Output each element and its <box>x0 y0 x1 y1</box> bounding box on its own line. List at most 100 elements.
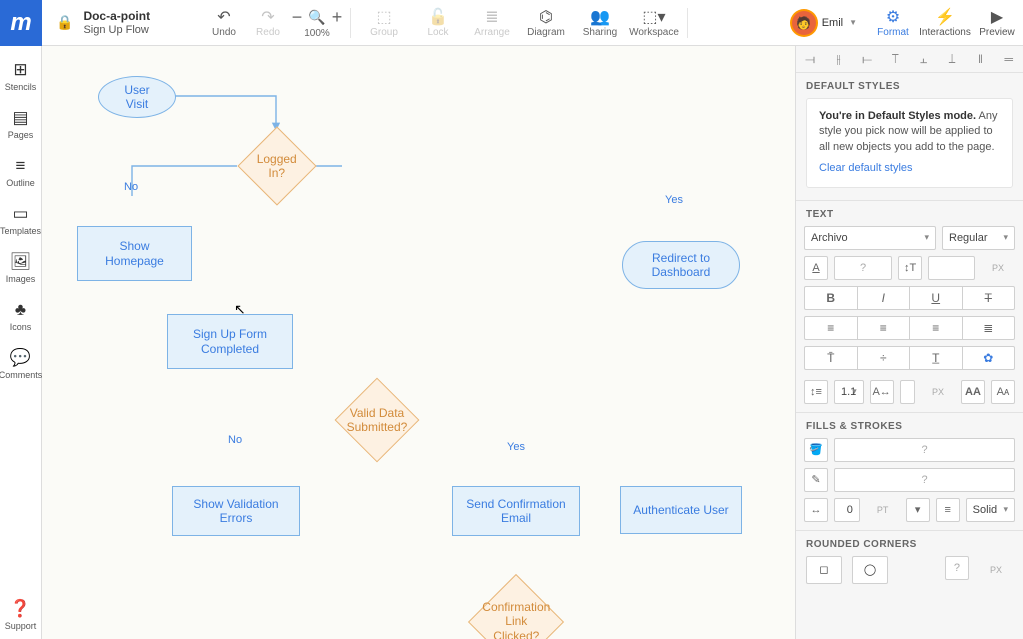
bold-button[interactable]: B <box>804 286 858 310</box>
stroke-color-button[interactable]: ✎ <box>804 468 828 492</box>
stroke-width-input[interactable]: 0 <box>834 498 860 522</box>
stroke-width-icon: ↔ <box>804 498 828 522</box>
zoom-out-button[interactable]: − <box>292 7 303 28</box>
node-redirect-dashboard[interactable]: Redirect to Dashboard <box>622 241 740 289</box>
font-weight-select[interactable]: Regular <box>942 226 1015 250</box>
default-styles-header: DEFAULT STYLES <box>796 73 1023 98</box>
rail-images[interactable]: 🖼Images <box>0 244 41 292</box>
rail-comments[interactable]: 💬Comments <box>0 340 41 388</box>
node-show-homepage[interactable]: Show Homepage <box>77 226 192 281</box>
uppercase-button[interactable]: AA <box>961 380 985 404</box>
fill-input[interactable]: ? <box>834 438 1015 462</box>
images-icon: 🖼 <box>10 252 32 272</box>
mode-tools: ⚙︎Format ⚡Interactions ▶Preview <box>867 0 1023 46</box>
smallcaps-button[interactable]: Aᴀ <box>991 380 1015 404</box>
strike-button[interactable]: T <box>963 286 1016 310</box>
align-left-text[interactable]: ≡ <box>804 316 858 340</box>
group-icon: ⬚ <box>376 7 391 27</box>
italic-button[interactable]: I <box>858 286 911 310</box>
node-auth-user[interactable]: Authenticate User <box>620 486 742 534</box>
node-send-conf[interactable]: Send Confirmation Email <box>452 486 580 536</box>
group-button[interactable]: ⬚Group <box>357 0 411 46</box>
rail-icons[interactable]: ♣Icons <box>0 292 41 340</box>
diagram-button[interactable]: ⌬Diagram <box>519 0 573 46</box>
align-toolbar: ⟞ ⫲ ⟝ ⟙ ⫠ ⟘ ‖ ═ <box>796 46 1023 73</box>
corner-radius-input[interactable]: ? <box>945 556 969 580</box>
valign-bottom[interactable]: T̲ <box>910 346 963 370</box>
app-logo[interactable]: m <box>0 0 42 46</box>
rail-templates[interactable]: ▭Templates <box>0 196 41 244</box>
node-conf-clicked[interactable]: Confirmation Link Clicked? <box>468 574 564 639</box>
valign-top[interactable]: T̄ <box>804 346 858 370</box>
lock-icon: 🔒 <box>56 14 73 31</box>
text-color-button[interactable]: A <box>804 256 828 280</box>
sliders-icon: ⚙︎ <box>886 7 900 27</box>
redo-button[interactable]: ↷Redo <box>246 0 290 46</box>
node-valid-data[interactable]: Valid Data Submitted? <box>335 378 420 463</box>
user-menu[interactable]: 🧑 Emil ▼ <box>782 11 867 35</box>
undo-button[interactable]: ↶Undo <box>202 0 246 46</box>
underline-button[interactable]: U <box>910 286 963 310</box>
line-spacing-select[interactable]: 1.1 <box>834 380 864 404</box>
zoom-in-button[interactable]: + <box>332 7 343 28</box>
padlock-icon: 🔓 <box>428 7 448 27</box>
doc-title-block[interactable]: 🔒 Doc-a-point Sign Up Flow <box>42 9 202 36</box>
default-styles-info: You're in Default Styles mode. Any style… <box>806 98 1013 188</box>
rounded-header: ROUNDED CORNERS <box>796 531 1023 556</box>
node-user-visit[interactable]: User Visit <box>98 76 176 118</box>
valign-middle[interactable]: ÷ <box>858 346 911 370</box>
redo-icon: ↷ <box>261 7 274 27</box>
align-right-button[interactable]: ⟝ <box>853 46 881 72</box>
arrange-button[interactable]: ≣Arrange <box>465 0 519 46</box>
distribute-v-button[interactable]: ═ <box>995 46 1023 72</box>
line-height-icon-button[interactable]: ↕T <box>898 256 922 280</box>
page-name: Sign Up Flow <box>83 24 150 36</box>
node-signup-form[interactable]: Sign Up Form Completed <box>167 314 293 369</box>
stroke-input[interactable]: ? <box>834 468 1015 492</box>
rail-support[interactable]: ❓Support <box>0 591 41 639</box>
text-header: TEXT <box>796 201 1023 226</box>
align-top-button[interactable]: ⟙ <box>881 46 909 72</box>
font-family-select[interactable]: Archivo <box>804 226 936 250</box>
rail-pages[interactable]: ▤Pages <box>0 100 41 148</box>
bolt-icon: ⚡ <box>935 7 955 27</box>
align-left-button[interactable]: ⟞ <box>796 46 824 72</box>
align-justify-text[interactable]: ≣ <box>963 316 1016 340</box>
align-center-button[interactable]: ⫲ <box>824 46 852 72</box>
node-show-val-err[interactable]: Show Validation Errors <box>172 486 300 536</box>
fill-color-button[interactable]: 🪣 <box>804 438 828 462</box>
px-unit: PX <box>981 256 1015 280</box>
line-height-input[interactable] <box>928 256 975 280</box>
corner-square-button[interactable]: ◻ <box>806 556 842 584</box>
preview-tab[interactable]: ▶Preview <box>971 0 1023 46</box>
align-middle-button[interactable]: ⫠ <box>910 46 938 72</box>
interactions-tab[interactable]: ⚡Interactions <box>919 0 971 46</box>
stroke-style-select[interactable]: Solid <box>966 498 1015 522</box>
doc-name: Doc-a-point <box>83 9 150 23</box>
align-right-text[interactable]: ≡ <box>910 316 963 340</box>
font-size-input[interactable]: ? <box>834 256 892 280</box>
rail-stencils[interactable]: ⊞Stencils <box>0 52 41 100</box>
clear-default-styles-link[interactable]: Clear default styles <box>819 161 913 176</box>
rail-outline[interactable]: ≡Outline <box>0 148 41 196</box>
format-tab[interactable]: ⚙︎Format <box>867 0 919 46</box>
distribute-h-button[interactable]: ‖ <box>966 46 994 72</box>
line-spacing-icon: ↕≡ <box>804 380 828 404</box>
format-panel: ⟞ ⫲ ⟝ ⟙ ⫠ ⟘ ‖ ═ DEFAULT STYLES You're in… <box>795 46 1023 639</box>
lock-button[interactable]: 🔓Lock <box>411 0 465 46</box>
workspace-button[interactable]: ⬚▾Workspace <box>627 0 681 46</box>
align-bottom-button[interactable]: ⟘ <box>938 46 966 72</box>
align-center-text[interactable]: ≡ <box>858 316 911 340</box>
zoom-control[interactable]: − 🔍 + 100% <box>290 0 344 46</box>
chevron-down-icon: ▼ <box>849 18 857 27</box>
sharing-button[interactable]: 👥Sharing <box>573 0 627 46</box>
corner-round-button[interactable]: ◯ <box>852 556 888 584</box>
letter-spacing-input[interactable] <box>900 380 915 404</box>
text-options[interactable]: ✿ <box>963 346 1016 370</box>
play-icon: ▶ <box>991 7 1003 27</box>
stroke-width-dropdown[interactable]: ▾ <box>906 498 930 522</box>
canvas[interactable]: User Visit Logged In? No Yes Show Homepa… <box>42 46 795 639</box>
comments-icon: 💬 <box>10 348 31 368</box>
label-no-2: No <box>228 434 242 446</box>
templates-icon: ▭ <box>12 204 28 224</box>
